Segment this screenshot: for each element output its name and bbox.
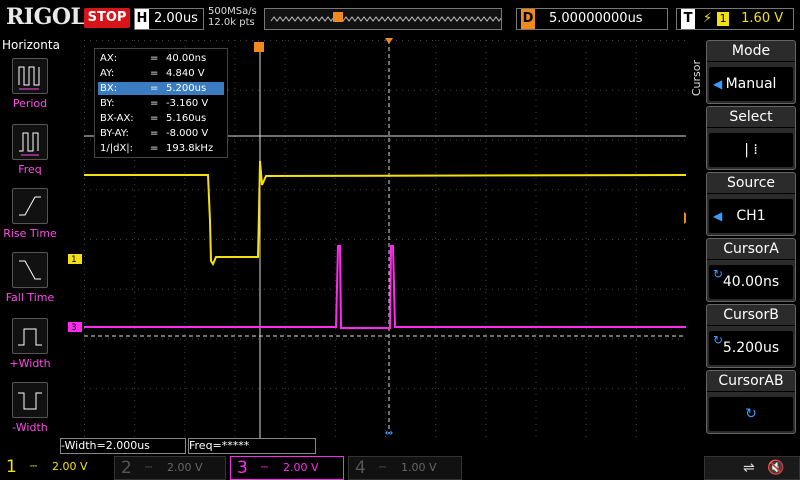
cursor-menu-title: Cursor — [690, 60, 703, 97]
cursor-a-button[interactable]: CursorA ↻ 40.00ns — [706, 238, 796, 302]
readout-row-bx-ax: BX-AX: = 5.160us — [100, 113, 207, 124]
trigger-source: 1 — [717, 12, 730, 26]
readout-row-bx: BX: = 5.200us — [98, 82, 224, 95]
ch2-number: 2 — [121, 458, 132, 478]
negative-width-icon — [12, 382, 48, 418]
fall-time-icon — [12, 252, 48, 288]
run-stop-status[interactable]: STOP — [84, 8, 130, 28]
cursor-mode-button[interactable]: Mode ◀ Manual — [706, 40, 796, 104]
memory-waveform-icon — [270, 12, 518, 22]
measurement-menu-title: Horizontal — [2, 38, 64, 52]
delay-label: D — [521, 9, 535, 29]
dc-coupling-icon: ⎓ — [261, 463, 269, 473]
measure-fall-time-button[interactable]: Fall Time — [0, 252, 60, 304]
delay-position-marker — [385, 38, 393, 44]
dc-coupling-icon: ⎓ — [30, 462, 38, 472]
cursor-b-value: 5.200us — [722, 340, 780, 356]
measure-rise-time-label: Rise Time — [3, 227, 57, 240]
sample-info: 500MSa/s 12.0k pts — [208, 6, 257, 28]
measure-negative-width-button[interactable]: -Width — [0, 382, 60, 434]
ch4-scale: 1.00 V — [401, 461, 437, 474]
ch1-status[interactable]: 1 ⎓ 2.00 V — [0, 456, 112, 478]
ch1-waveform — [84, 160, 686, 267]
readout-row-by-ay: BY-AY: = -8.000 V — [100, 128, 209, 139]
cursor-b-button[interactable]: CursorB ↻ 5.200us — [706, 304, 796, 368]
measure-period-label: Period — [12, 97, 48, 110]
sound-muted-icon[interactable]: 🔇 — [767, 457, 784, 479]
cursor-b-value-box: ↻ 5.200us — [709, 331, 793, 365]
knob-rotate-icon: ↻ — [713, 333, 724, 347]
ch3-number: 3 — [237, 458, 248, 478]
ch3-status[interactable]: 3 ⎓ 2.00 V — [230, 456, 344, 480]
measure-rise-time-button[interactable]: Rise Time — [0, 188, 60, 240]
trigger-indicator[interactable]: T ⚡ 1 1.60 V — [676, 8, 794, 30]
timebase-indicator[interactable]: H 2.00us — [134, 8, 204, 30]
ch1-scale: 2.00 V — [52, 460, 88, 473]
ch1-number: 1 — [6, 457, 17, 477]
usb-icon: ⇌ — [743, 460, 755, 476]
ch4-number: 4 — [355, 458, 366, 478]
cursor-source-button[interactable]: Source ◀ CH1 — [706, 172, 796, 236]
rise-time-icon — [12, 188, 48, 224]
readout-row-inv-dx: 1/|dX|: = 193.8kHz — [100, 143, 214, 154]
ch4-status[interactable]: 4 ⎓ 1.00 V — [348, 456, 462, 480]
readout-row-ay: AY: = 4.840 V — [100, 68, 205, 79]
dc-coupling-icon: ⎓ — [145, 463, 153, 473]
measure-freq-button[interactable]: Freq — [0, 124, 60, 176]
cursor-select-label: Select — [707, 107, 795, 128]
trigger-label: T — [681, 9, 695, 29]
measure-fall-time-label: Fall Time — [5, 291, 55, 304]
timebase-value: 2.00us — [154, 11, 198, 26]
ch2-scale: 2.00 V — [167, 461, 203, 474]
ch1-marker-label: 1 — [71, 255, 77, 265]
horizontal-label: H — [135, 9, 149, 29]
cursor-ab-label: CursorAB — [707, 371, 795, 392]
period-icon — [12, 58, 48, 94]
measurement-results: -Width=2.000us Freq=***** — [60, 438, 316, 454]
delay-value: 5.00000000us — [549, 11, 643, 26]
cursor-select-button[interactable]: Select | ⁞ — [706, 106, 796, 170]
rising-edge-icon: ⚡ — [703, 11, 713, 26]
cursor-readout-panel: AX: = 40.00ns AY: = 4.840 V BX: = 5.200us BY: =… — [94, 48, 228, 158]
measurement-freq: Freq=***** — [188, 438, 316, 454]
trigger-level: 1.60 V — [741, 11, 784, 26]
memory-points: 12.0k pts — [208, 17, 255, 28]
positive-width-icon — [12, 318, 48, 354]
delay-indicator[interactable]: D 5.00000000us — [516, 8, 668, 30]
cursor-mode-label: Mode — [707, 41, 795, 62]
cursor-b-arrow-icon: ↔ — [385, 428, 393, 438]
measure-negative-width-label: -Width — [12, 421, 48, 434]
ch3-marker-label: 3 — [71, 323, 77, 333]
measurement-neg-width: -Width=2.000us — [60, 438, 186, 454]
cursor-select-value: | ⁞ — [709, 133, 793, 167]
ch2-status[interactable]: 2 ⎓ 2.00 V — [114, 456, 226, 480]
cursor-mode-value-box: ◀ Manual — [709, 67, 793, 101]
left-arrow-icon: ◀ — [713, 209, 723, 223]
cursor-source-value: CH1 — [736, 208, 766, 224]
cursor-source-value-box: ◀ CH1 — [709, 199, 793, 233]
readout-row-ax: AX: = 40.00ns — [100, 53, 207, 64]
knob-rotate-icon: ↻ — [709, 397, 793, 431]
measure-positive-width-button[interactable]: +Width — [0, 318, 60, 370]
readout-row-by: BY: = -3.160 V — [100, 98, 209, 109]
trigger-time-marker — [254, 42, 264, 52]
ch3-scale: 2.00 V — [283, 461, 319, 474]
dc-coupling-icon: ⎓ — [379, 463, 387, 473]
knob-rotate-icon: ↻ — [713, 267, 724, 281]
measure-freq-label: Freq — [18, 163, 42, 176]
measure-positive-width-label: +Width — [9, 357, 51, 370]
system-status-area: ⇌ 🔇 — [704, 456, 800, 480]
left-arrow-icon: ◀ — [713, 77, 723, 91]
cursor-a-value-box: ↻ 40.00ns — [709, 265, 793, 299]
cursor-a-value: 40.00ns — [722, 274, 780, 290]
cursor-ab-button[interactable]: CursorAB ↻ — [706, 370, 796, 434]
memory-overview — [264, 8, 518, 30]
rigol-logo: RIGOL — [6, 4, 86, 30]
cursor-mode-value: Manual — [725, 76, 777, 92]
frequency-icon — [12, 124, 48, 160]
sample-rate: 500MSa/s — [208, 6, 257, 17]
measure-period-button[interactable]: Period — [0, 58, 60, 110]
trigger-level-marker — [684, 212, 686, 224]
cursor-source-label: Source — [707, 173, 795, 194]
